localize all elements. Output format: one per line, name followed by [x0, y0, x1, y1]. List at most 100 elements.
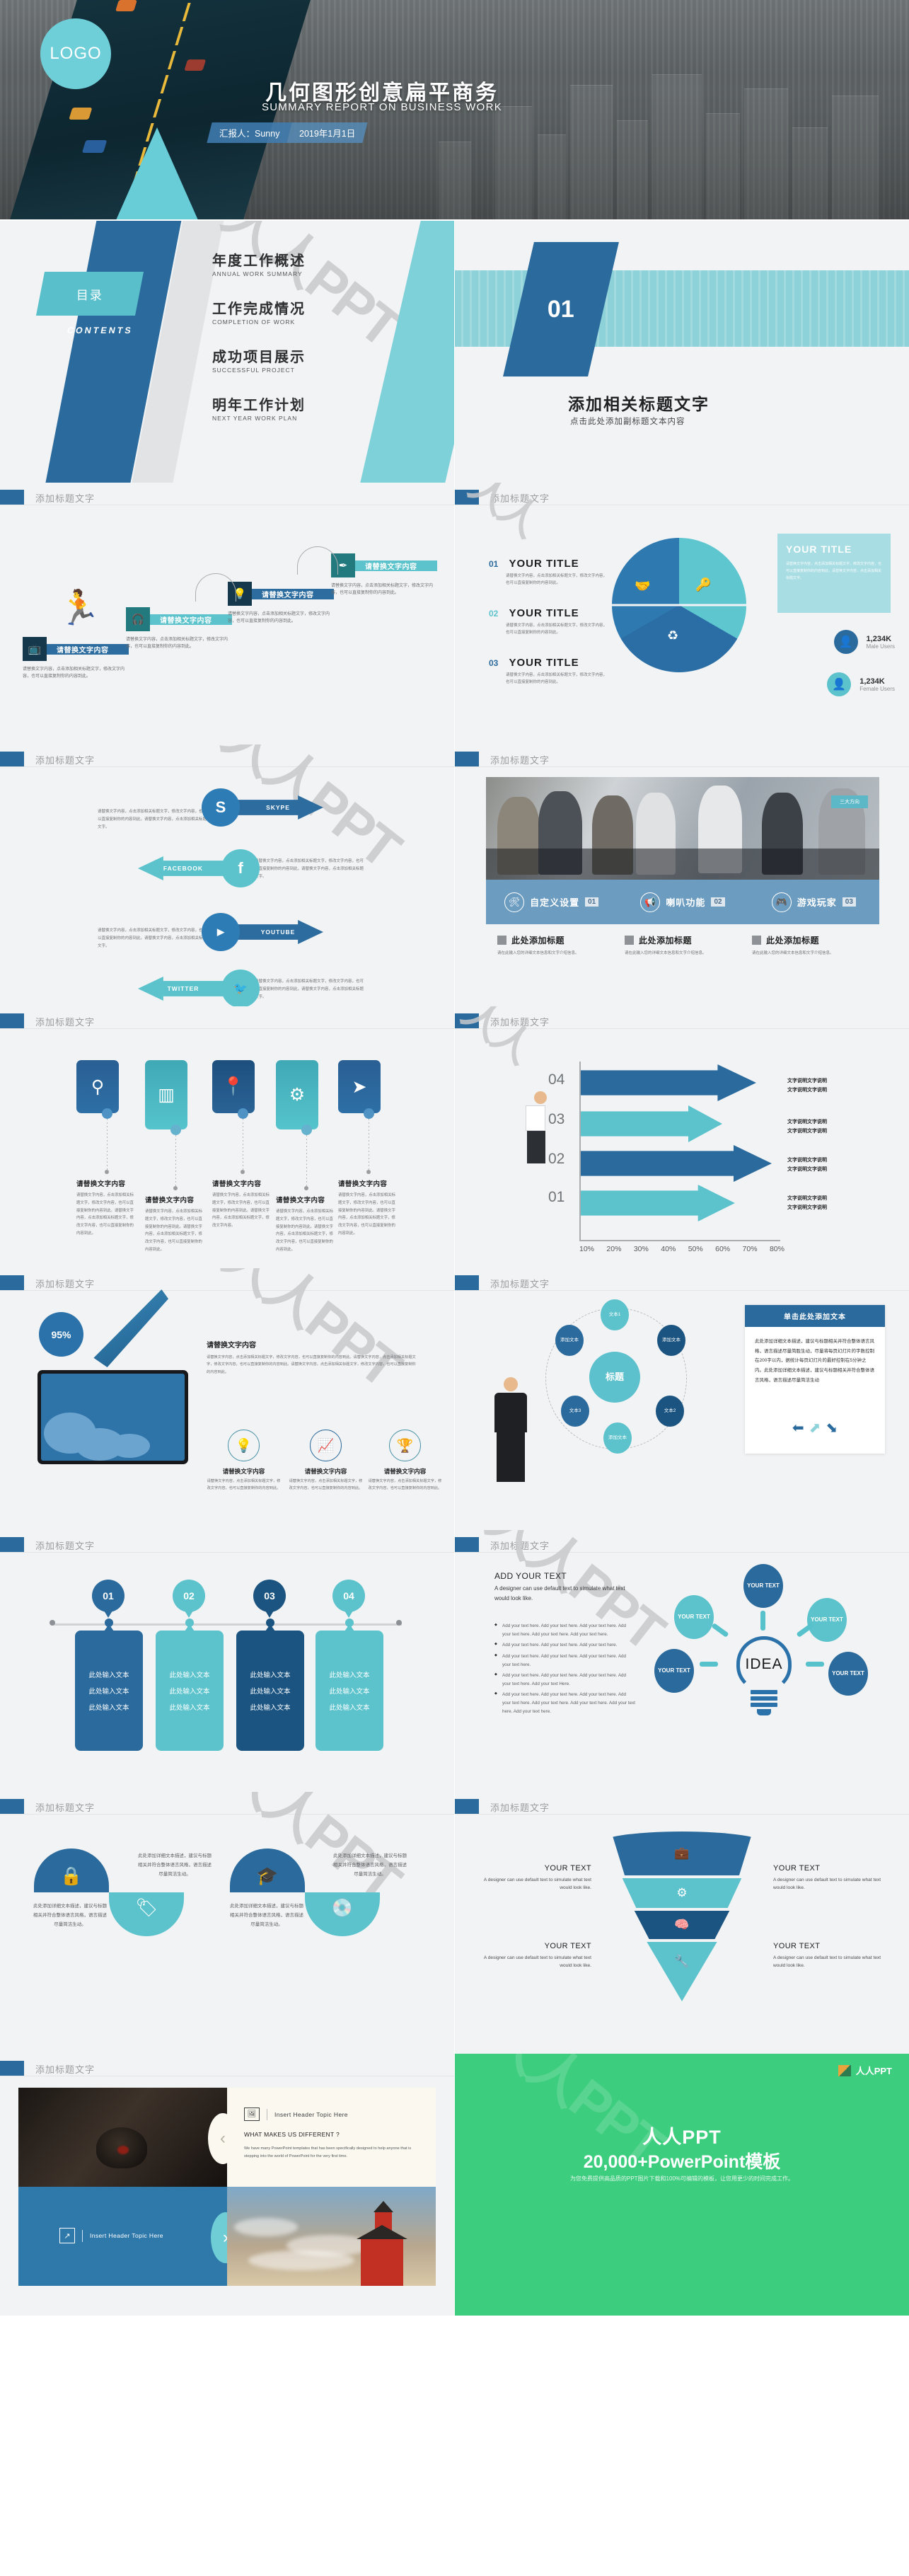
timeline-line: 此处输入文本	[169, 1688, 210, 1696]
timeline-card[interactable]: 此处输入文本 此处输入文本 此处输入文本	[236, 1624, 304, 1751]
arrow-up-icon: ⬈	[809, 1420, 821, 1436]
funnel-segment-4[interactable]: 🔧	[647, 1942, 717, 2001]
icon-item[interactable]: ➤ 请替换文字内容 请替换文字内容，点击添加相关标题文字，修改文字内容，也可以直…	[338, 1060, 399, 1238]
connector-arc	[297, 546, 338, 575]
timeline-card[interactable]: 此处输入文本 此处输入文本 此处输入文本	[315, 1624, 383, 1751]
mindmap-node[interactable]: 文本3	[561, 1396, 589, 1427]
contents-item-en: NEXT YEAR WORK PLAN	[212, 415, 298, 422]
step-bar: 🎧 请替换文字内容	[126, 607, 232, 631]
mindmap-node[interactable]: 添加文本	[603, 1422, 632, 1454]
feature-card[interactable]: 📈 请替换文字内容 请替换文字内容，点击添加相关标题文字，修改文字内容，也可以直…	[289, 1430, 363, 1493]
bar-item[interactable]: 🎮 游戏玩家 03	[748, 892, 879, 912]
card-title: YOUR TITLE	[786, 544, 852, 555]
building	[706, 113, 740, 219]
car	[68, 108, 92, 120]
list-item[interactable]: 03 YOUR TITLE 请替换文字内容，点击添加相关标题文字，修改文字内容，…	[489, 657, 609, 686]
gears-icon: ⚙	[676, 1886, 688, 1899]
step-label: 请替换文字内容	[150, 614, 232, 625]
header-square	[0, 1275, 24, 1291]
feature-card[interactable]: 🏆 请替换文字内容 请替换文字内容，点击添加相关标题文字，修改文字内容，也可以直…	[368, 1430, 442, 1493]
house-roof	[357, 2225, 407, 2239]
icon-item-body: 请替换文字内容，点击添加相关标题文字，修改文字内容，也可以直接复制你的内容到此。…	[76, 1193, 134, 1236]
idea-node[interactable]: YOUR TEXT	[743, 1564, 783, 1608]
step-desc: 请替换文字内容，点击添加相关标题文字，修改文字内容，也可以直接复制你的内容到此。	[23, 667, 125, 679]
feature-card[interactable]: 💡 请替换文字内容 请替换文字内容，点击添加相关标题文字，修改文字内容，也可以直…	[207, 1430, 281, 1493]
step-item[interactable]: 📺 请替换文字内容 请替换文字内容，点击添加相关标题文字，修改文字内容，也可以直…	[23, 637, 129, 680]
column[interactable]: 此处添加标题 请在此输入您的详细文本信息和文字介绍信息。	[752, 934, 879, 957]
card-topic: Insert Header Topic Here	[274, 2110, 348, 2118]
stat-value: 1,234K	[866, 634, 892, 643]
idea-node[interactable]: YOUR TEXT	[654, 1649, 694, 1693]
column[interactable]: 此处添加标题 请在此输入您的详细文本信息和文字介绍信息。	[625, 934, 752, 957]
social-row-facebook[interactable]: FACEBOOK f	[138, 849, 260, 887]
list-item[interactable]: 成功项目展示 SUCCESSFUL PROJECT	[212, 345, 306, 374]
feature-title: 请替换文字内容	[383, 1468, 427, 1475]
list-item[interactable]: 01 YOUR TITLE 请替换文字内容，点击添加相关标题文字，修改文字内容，…	[489, 558, 609, 587]
timeline-number: 02	[183, 1590, 195, 1602]
timeline-marker[interactable]: 03	[253, 1580, 286, 1618]
chart-bar-03	[581, 1105, 722, 1142]
mindmap-node[interactable]: 文本2	[656, 1396, 684, 1427]
social-network-name: TWITTER	[167, 985, 199, 992]
meeting-icon-bar: 🛠 自定义设置 01 📢 喇叭功能 02 🎮 游戏玩家 03	[486, 880, 879, 924]
step-desc: 请替换文字内容，点击添加相关标题文字，修改文字内容，也可以直接复制你的内容到此。	[228, 612, 330, 624]
list-item[interactable]: 年度工作概述 ANNUAL WORK SUMMARY	[212, 249, 306, 277]
funnel-segment-3[interactable]: 🧠	[634, 1911, 730, 1939]
building	[832, 96, 879, 219]
timeline-card[interactable]: 此处输入文本 此处输入文本 此处输入文本	[75, 1624, 143, 1751]
contents-list: 年度工作概述 ANNUAL WORK SUMMARY 工作完成情况 COMPLE…	[212, 249, 306, 442]
pie-item-number: 01	[489, 559, 499, 569]
timeline-marker[interactable]: 01	[92, 1580, 125, 1618]
gallery-blue-card: ↗ Insert Header Topic Here	[18, 2187, 227, 2286]
support-icon: 🎧	[126, 607, 150, 631]
header-square	[455, 1275, 479, 1291]
bar-item[interactable]: 📢 喇叭功能 02	[617, 892, 748, 912]
mindmap-node[interactable]: 文本1	[601, 1299, 629, 1330]
list-item[interactable]: 02 YOUR TITLE 请替换文字内容，点击添加相关标题文字，修改文字内容，…	[489, 607, 609, 637]
column-title: 此处添加标题	[639, 936, 693, 945]
social-row-youtube[interactable]: ▶ YOUTUBE	[202, 913, 323, 951]
step-item[interactable]: 🎧 请替换文字内容 请替换文字内容，点击添加相关标题文字，修改文字内容，也可以直…	[126, 607, 232, 650]
timeline-marker[interactable]: 04	[332, 1580, 365, 1618]
list-item[interactable]: 工作完成情况 COMPLETION OF WORK	[212, 297, 306, 326]
contents-item-cn: 成功项目展示	[212, 350, 306, 365]
slide-timeline: 添加标题文字 01 此处输入文本 此处输入文本 此处输入文本 02 此处输入文本…	[0, 1530, 454, 1792]
step-item[interactable]: ✒ 请替换文字内容 请替换文字内容，点击添加相关标题文字，修改文字内容，也可以直…	[331, 553, 437, 597]
slide-title: 添加标题文字	[35, 1540, 95, 1551]
card-body: 此处添加详细文本描述，建议与标题相关并符合整体语言风格，语言描述尽量简胜生动，尽…	[755, 1339, 874, 1383]
pie-item-desc: 请替换文字内容，点击添加相关标题文字，修改文字内容，也可以直接复制你的内容到此。	[506, 673, 608, 685]
idea-bullet-list: Add your text here. Add your text here. …	[494, 1622, 636, 1718]
timeline-card[interactable]: 此处输入文本 此处输入文本 此处输入文本	[156, 1624, 224, 1751]
mindmap-center-node[interactable]: 标题	[589, 1352, 640, 1403]
idea-node[interactable]: YOUR TEXT	[674, 1595, 714, 1639]
end-subtitle: 20,000+PowerPoint模板	[583, 2152, 781, 2172]
header-divider	[455, 1028, 909, 1029]
column[interactable]: 此处添加标题 请在此输入您的详细文本信息和文字介绍信息。	[497, 934, 625, 957]
idea-node[interactable]: YOUR TEXT	[807, 1598, 847, 1642]
mindmap-node[interactable]: 添加文本	[657, 1325, 685, 1356]
social-label-arrow: FACEBOOK	[138, 856, 228, 880]
step-label: 请替换文字内容	[252, 588, 334, 599]
bar-item[interactable]: 🛠 自定义设置 01	[486, 892, 617, 912]
chart-annotation: 文字说明文字说明 文字说明文字说明	[787, 1196, 827, 1210]
slide-contents: 目录 CONTENTS 人人PPT 年度工作概述 ANNUAL WORK SUM…	[0, 221, 454, 483]
social-desc: 请替换文字内容，点击添加相关标题文字，修改文字内容，也可以直接复制你的内容到此，…	[255, 859, 364, 879]
icon-item[interactable]: ⚲ 请替换文字内容 请替换文字内容，点击添加相关标题文字，修改文字内容，也可以直…	[76, 1060, 137, 1238]
icon-item-title: 请替换文字内容	[76, 1180, 126, 1188]
step-item[interactable]: 💡 请替换文字内容 请替换文字内容，点击添加相关标题文字，修改文字内容，也可以直…	[228, 582, 334, 625]
timeline-marker[interactable]: 02	[173, 1580, 205, 1618]
funnel-segment-1[interactable]: 💼	[611, 1832, 753, 1875]
twitter-icon: 🐦	[221, 970, 260, 1006]
icon-item[interactable]: ⚙ 请替换文字内容 请替换文字内容，点击添加相关标题文字，修改文字内容，也可以直…	[276, 1060, 337, 1254]
mindmap-node[interactable]: 添加文本	[555, 1325, 584, 1356]
building	[495, 106, 532, 219]
social-row-skype[interactable]: S SKYPE	[202, 788, 323, 827]
icon-item[interactable]: ▥ 请替换文字内容 请替换文字内容，点击添加相关标题文字，修改文字内容，也可以直…	[145, 1060, 206, 1254]
tick-label: 60%	[715, 1245, 731, 1253]
icon-item[interactable]: 📍 请替换文字内容 请替换文字内容，点击添加相关标题文字，修改文字内容，也可以直…	[212, 1060, 273, 1230]
list-item[interactable]: 明年工作计划 NEXT YEAR WORK PLAN	[212, 393, 306, 422]
idea-node[interactable]: YOUR TEXT	[828, 1652, 868, 1696]
social-row-twitter[interactable]: TWITTER 🐦	[138, 970, 260, 1006]
connector-dot-end	[304, 1186, 308, 1190]
funnel-segment-2[interactable]: ⚙	[622, 1878, 742, 1908]
